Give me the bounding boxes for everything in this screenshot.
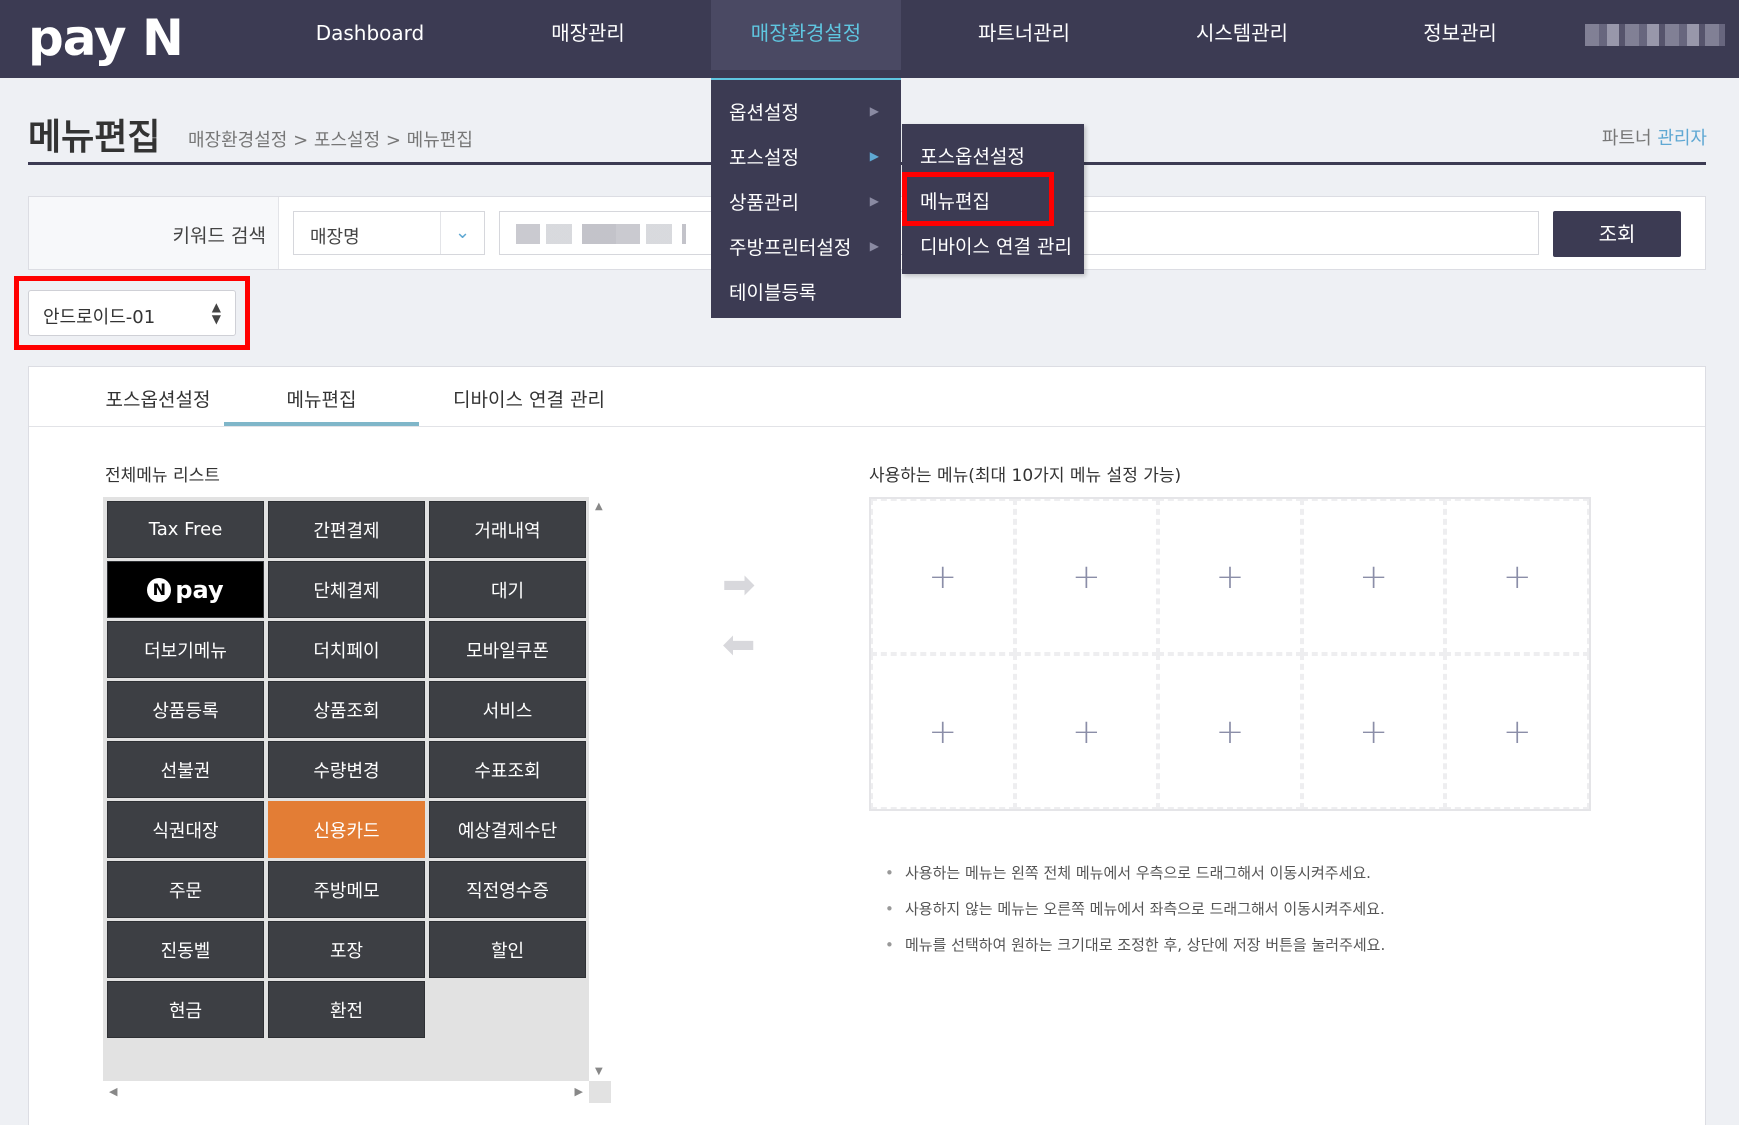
menu-tile[interactable]: 식권대장 [107,801,264,858]
menu-tile[interactable]: 포장 [268,921,425,978]
menu-tile[interactable]: 상품등록 [107,681,264,738]
menu-slot[interactable]: + [1301,654,1446,809]
nav-store-settings[interactable]: 매장환경설정 [711,0,901,70]
used-menu-grid[interactable]: + + + + + + + + + + [869,497,1591,811]
highlight-box-menu-edit [902,172,1054,226]
menu-tile-npay[interactable]: Npay [107,561,264,618]
menu-tile[interactable]: 모바일쿠폰 [429,621,586,678]
menu-tile[interactable]: 주방메모 [268,861,425,918]
role-prefix: 파트너 [1601,128,1652,149]
caret-right-icon: ▶ [869,239,879,253]
scroll-left-icon[interactable]: ◀ [109,1085,117,1098]
chevron-down-icon[interactable]: ⌄ [440,212,484,254]
scroll-right-icon[interactable]: ▶ [575,1085,583,1098]
menu-tile[interactable]: 예상결제수단 [429,801,586,858]
active-tab-indicator [224,422,419,426]
tab-bar: 포스옵션설정 메뉴편집 디바이스 연결 관리 [29,367,1705,427]
caret-right-icon: ▶ [869,149,879,163]
nav-dashboard[interactable]: Dashboard [275,0,465,70]
menu-tile[interactable]: 더보기메뉴 [107,621,264,678]
search-button[interactable]: 조회 [1553,211,1681,257]
menu-tile[interactable]: 간편결제 [268,501,425,558]
vertical-scrollbar[interactable]: ▲ ▼ [589,497,611,1081]
user-name-blurred[interactable] [1585,24,1725,46]
menu-tile[interactable]: 대기 [429,561,586,618]
horizontal-scrollbar[interactable]: ◀ ▶ [103,1081,589,1103]
scroll-up-icon[interactable]: ▲ [595,501,603,512]
user-role: 파트너 관리자 [1602,124,1707,150]
all-menu-list[interactable]: Tax Free 간편결제 거래내역 Npay 단체결제 대기 더보기메뉴 더치… [103,497,611,1103]
menu-slot[interactable]: + [1014,499,1159,654]
menu-tile[interactable]: 환전 [268,981,425,1038]
menu-tile[interactable]: 수표조회 [429,741,586,798]
menu-tile[interactable]: 더치페이 [268,621,425,678]
help-note: 사용하지 않는 메뉴는 오른쪽 메뉴에서 좌측으로 드래그해서 이동시켜주세요. [879,899,1385,935]
menu-slot[interactable]: + [1445,499,1589,654]
nav-partner-management[interactable]: 파트너관리 [929,0,1119,70]
menu-tile[interactable]: 주문 [107,861,264,918]
menu-tile[interactable]: 할인 [429,921,586,978]
scroll-down-icon[interactable]: ▼ [595,1066,603,1077]
menu-tile-grid: Tax Free 간편결제 거래내역 Npay 단체결제 대기 더보기메뉴 더치… [107,501,587,1038]
payn-logo[interactable]: pay N [28,8,184,68]
menu-tile[interactable]: 직전영수증 [429,861,586,918]
search-type-value: 매장명 [310,227,360,248]
menu-slot[interactable]: + [1014,654,1159,809]
naver-n-icon: N [147,577,172,602]
npay-logo-text: pay [175,575,224,604]
help-notes: 사용하는 메뉴는 왼쪽 전체 메뉴에서 우측으로 드래그해서 이동시켜주세요. … [879,863,1385,971]
menu-tile[interactable]: 단체결제 [268,561,425,618]
page-title: 메뉴편집 [28,117,161,158]
highlight-box-device [14,276,250,350]
help-note: 사용하는 메뉴는 왼쪽 전체 메뉴에서 우측으로 드래그해서 이동시켜주세요. [879,863,1385,899]
dropdown-item-options[interactable]: 옵션설정 [729,98,799,125]
caret-right-icon: ▶ [869,104,879,118]
tab-device-connection[interactable]: 디바이스 연결 관리 [439,385,619,412]
menu-tile[interactable]: Tax Free [107,501,264,558]
menu-tile[interactable]: 거래내역 [429,501,586,558]
arrow-left-icon: ⬅ [722,622,756,668]
store-settings-dropdown: 옵션설정 ▶ 포스설정 ▶ 상품관리 ▶ 주방프린터설정 ▶ 테이블등록 [711,78,901,318]
menu-slot[interactable]: + [871,499,1015,654]
menu-tile[interactable]: 상품조회 [268,681,425,738]
menu-tile[interactable]: 진동벨 [107,921,264,978]
top-navigation-bar: pay N Dashboard 매장관리 매장환경설정 파트너관리 시스템관리 … [0,0,1739,78]
breadcrumb: 매장환경설정 > 포스설정 > 메뉴편집 [188,130,473,151]
menu-slot[interactable]: + [1301,499,1446,654]
dropdown-item-pos-settings[interactable]: 포스설정 [729,143,799,170]
dropdown-item-table-register[interactable]: 테이블등록 [729,278,816,305]
search-type-select[interactable]: 매장명 ⌄ [293,211,485,255]
menu-slot[interactable]: + [1158,654,1302,809]
menu-tile-credit-card[interactable]: 신용카드 [268,801,425,858]
nav-info-management[interactable]: 정보관리 [1365,0,1555,70]
npay-logo: Npay [147,575,224,604]
caret-right-icon: ▶ [869,194,879,208]
menu-tile[interactable]: 선불권 [107,741,264,798]
used-menu-label: 사용하는 메뉴(최대 10가지 메뉴 설정 가능) [869,466,1182,486]
dropdown-item-kitchen-printer[interactable]: 주방프린터설정 [729,233,851,260]
search-label-area: 키워드 검색 [29,197,279,269]
tab-menu-edit[interactable]: 메뉴편집 [224,385,419,412]
menu-tile[interactable]: 서비스 [429,681,586,738]
menu-slot[interactable]: + [1445,654,1589,809]
role-suffix: 관리자 [1657,128,1707,149]
menu-slot[interactable]: + [1158,499,1302,654]
menu-slot[interactable]: + [871,654,1015,809]
submenu-item-device-connection[interactable]: 디바이스 연결 관리 [920,232,1072,259]
nav-store-management[interactable]: 매장관리 [493,0,683,70]
main-panel: 포스옵션설정 메뉴편집 디바이스 연결 관리 전체메뉴 리스트 사용하는 메뉴(… [28,366,1706,1125]
dropdown-item-products[interactable]: 상품관리 [729,188,799,215]
arrow-right-icon: ➡ [722,562,756,608]
all-menu-label: 전체메뉴 리스트 [105,466,220,486]
menu-tile[interactable]: 현금 [107,981,264,1038]
tab-pos-options[interactable]: 포스옵션설정 [73,385,243,412]
search-label: 키워드 검색 [172,225,266,247]
nav-system-management[interactable]: 시스템관리 [1147,0,1337,70]
submenu-item-pos-options[interactable]: 포스옵션설정 [920,142,1025,169]
search-value-blurred [516,224,686,244]
menu-tile[interactable]: 수량변경 [268,741,425,798]
help-note: 메뉴를 선택하여 원하는 크기대로 조정한 후, 상단에 저장 버튼을 눌러주세… [879,935,1385,971]
